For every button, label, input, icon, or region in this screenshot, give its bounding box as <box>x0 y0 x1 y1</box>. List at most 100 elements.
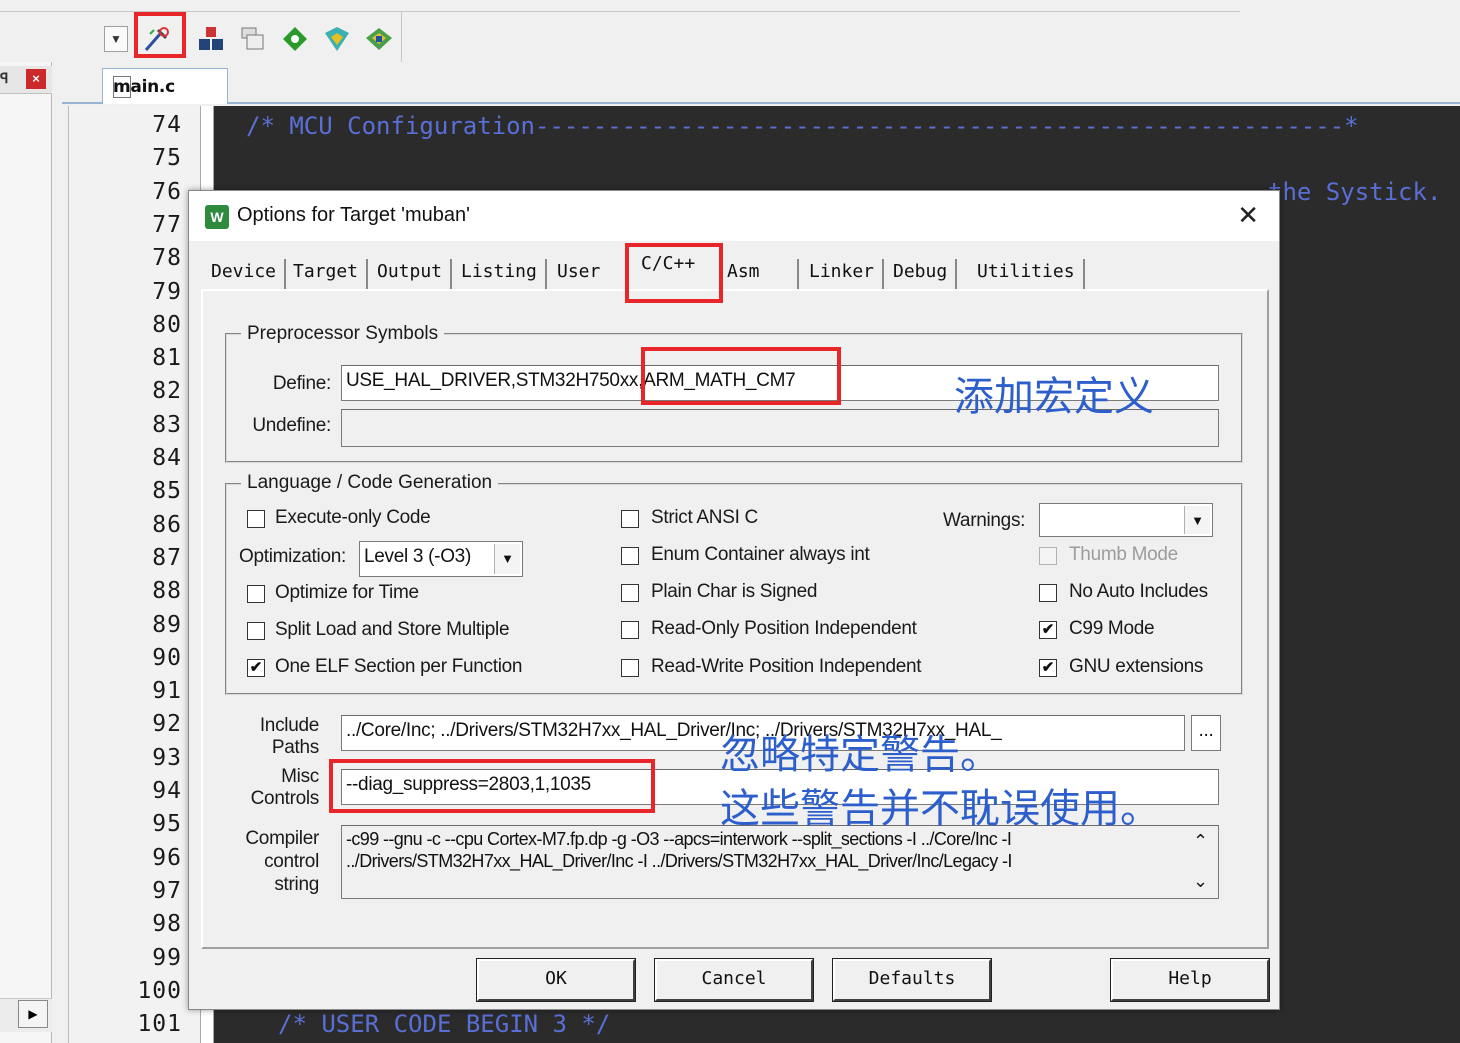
c99-mode-label: C99 Mode <box>1069 618 1155 639</box>
tab-device[interactable]: Device <box>203 259 287 289</box>
tab-linker[interactable]: Linker <box>801 259 885 289</box>
include-label: Include <box>259 715 319 736</box>
enum-container-label: Enum Container always int <box>651 544 870 565</box>
scroll-down-icon[interactable]: ⌄ <box>1193 871 1208 892</box>
execute-only-label: Execute-only Code <box>275 507 431 528</box>
line-number: 92 <box>152 711 182 738</box>
uvision-window: ▼ ꟼ × ▶ main.c 74 75 76 77 78 79 80 81 82 83 84 85 8… <box>0 0 1460 1043</box>
strict-ansi-label: Strict ANSI C <box>651 507 758 528</box>
copy-icon[interactable] <box>236 22 270 56</box>
no-auto-includes-checkbox[interactable] <box>1039 584 1057 602</box>
code-line: /* USER CODE BEGIN 3 */ <box>278 1010 611 1038</box>
line-number: 90 <box>152 644 182 671</box>
compiler-control-string: -c99 --gnu -c --cpu Cortex-M7.fp.dp -g -… <box>341 825 1219 899</box>
plain-char-label: Plain Char is Signed <box>651 581 818 602</box>
options-dialog: W Options for Target 'muban' ✕ Device Ta… <box>188 190 1280 1010</box>
line-number: 77 <box>152 211 182 238</box>
tab-highlight-box <box>625 243 723 303</box>
rw-pi-checkbox[interactable] <box>621 659 639 677</box>
gnu-extensions-checkbox[interactable]: ✔ <box>1039 659 1057 677</box>
defaults-button[interactable]: Defaults <box>832 958 992 1002</box>
split-load-checkbox[interactable] <box>247 622 265 640</box>
line-number: 93 <box>152 744 182 771</box>
line-number: 87 <box>152 544 182 571</box>
pin-icon[interactable]: ꟼ <box>0 70 8 87</box>
tab-output[interactable]: Output <box>369 259 453 289</box>
language-group-label: Language / Code Generation <box>241 472 499 494</box>
file-tab-main-c[interactable]: main.c <box>102 68 228 104</box>
scroll-right-button[interactable]: ▶ <box>18 1000 48 1028</box>
editor-tab-bar <box>62 62 1460 104</box>
line-number: 74 <box>152 112 182 138</box>
line-number: 101 <box>137 1011 182 1038</box>
compiler-label: Compiler <box>245 828 319 849</box>
manage-components-icon[interactable] <box>194 22 228 56</box>
misc-label: Misc <box>281 766 319 787</box>
line-number: 99 <box>152 944 182 971</box>
line-number: 82 <box>152 378 182 405</box>
dialog-title: Options for Target 'muban' <box>237 204 470 226</box>
optimize-time-label: Optimize for Time <box>275 582 419 603</box>
cancel-button[interactable]: Cancel <box>654 958 814 1002</box>
preprocessor-group-label: Preprocessor Symbols <box>241 323 445 345</box>
plain-char-checkbox[interactable] <box>621 584 639 602</box>
help-button[interactable]: Help <box>1110 958 1270 1002</box>
one-elf-checkbox[interactable]: ✔ <box>247 659 265 677</box>
string-label: string <box>274 874 319 895</box>
chevron-down-icon: ▼ <box>1184 506 1210 534</box>
chevron-down-icon: ▼ <box>494 544 520 574</box>
line-number: 83 <box>152 411 182 438</box>
top-toolbar-strip <box>0 0 1240 12</box>
optimize-time-checkbox[interactable] <box>247 585 265 603</box>
undefine-label: Undefine: <box>252 415 331 436</box>
misc-highlight-box <box>329 759 655 813</box>
c99-mode-checkbox[interactable]: ✔ <box>1039 621 1057 639</box>
tab-target[interactable]: Target <box>285 259 369 289</box>
strict-ansi-checkbox[interactable] <box>621 510 639 528</box>
enum-container-checkbox[interactable] <box>621 547 639 565</box>
define-label: Define: <box>272 373 331 394</box>
code-line: the Systick. <box>1268 178 1442 206</box>
gnu-extensions-label: GNU extensions <box>1069 656 1204 677</box>
pack-installer-icon[interactable] <box>320 22 354 56</box>
warnings-label: Warnings: <box>943 510 1026 531</box>
annotation-add-macro: 添加宏定义 <box>954 374 1154 420</box>
line-number: 95 <box>152 811 182 838</box>
dialog-titlebar: W Options for Target 'muban' ✕ <box>189 191 1279 241</box>
one-elf-label: One ELF Section per Function <box>275 656 523 677</box>
toolbar-dropdown-button[interactable]: ▼ <box>104 26 128 52</box>
tab-asm[interactable]: Asm <box>719 259 799 289</box>
line-number: 85 <box>152 478 182 505</box>
tab-listing[interactable]: Listing <box>453 259 547 289</box>
browse-button[interactable]: ... <box>1191 715 1221 751</box>
diamond-icon[interactable] <box>278 22 312 56</box>
line-number: 75 <box>152 145 182 172</box>
tab-debug[interactable]: Debug <box>885 259 958 289</box>
ro-pi-label: Read-Only Position Independent <box>651 618 917 639</box>
execute-only-checkbox[interactable] <box>247 510 265 528</box>
tab-user[interactable]: User <box>549 259 608 289</box>
rw-pi-label: Read-Write Position Independent <box>651 656 922 677</box>
toolbar-highlight-box <box>134 12 186 58</box>
ok-button[interactable]: OK <box>476 958 636 1002</box>
compiler-string-line: ../Drivers/STM32H7xx_HAL_Driver/Inc -I .… <box>346 851 1012 871</box>
file-tab-label: main.c <box>113 76 175 97</box>
warnings-select[interactable]: ▼ <box>1039 503 1213 537</box>
line-number: 100 <box>137 977 182 1004</box>
ro-pi-checkbox[interactable] <box>621 621 639 639</box>
panel-close-button[interactable]: × <box>26 69 46 89</box>
line-number: 86 <box>152 511 182 538</box>
annotation-warning-note: 这些警告并不耽误使用。 <box>720 786 1160 832</box>
line-number: 81 <box>152 345 182 372</box>
optimization-select[interactable]: Level 3 (-O3) ▼ <box>359 541 523 577</box>
select-packs-icon[interactable] <box>362 22 396 56</box>
scroll-up-icon[interactable]: ⌃ <box>1193 831 1208 852</box>
line-number: 78 <box>152 245 182 272</box>
line-number: 76 <box>152 178 182 205</box>
line-number: 96 <box>152 844 182 871</box>
annotation-ignore-warning: 忽略特定警告。 <box>720 732 1000 778</box>
code-line: /* MCU Configuration--------------------… <box>246 112 1359 140</box>
tab-utilities[interactable]: Utilities <box>969 259 1085 289</box>
close-icon[interactable]: ✕ <box>1237 201 1259 231</box>
no-auto-includes-label: No Auto Includes <box>1069 581 1208 602</box>
